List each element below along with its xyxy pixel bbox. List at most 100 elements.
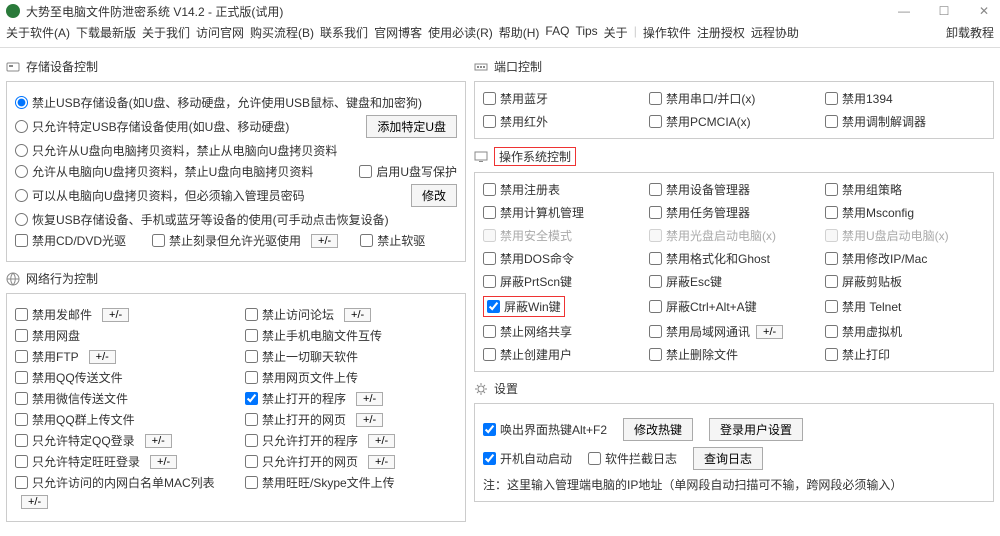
cb-block-programs[interactable]: 禁止打开的程序 — [245, 390, 346, 407]
cb-disable-gpedit[interactable]: 禁用组策略 — [825, 181, 902, 198]
cb-disable-1394[interactable]: 禁用1394 — [825, 90, 893, 107]
plus-minus-button[interactable]: +/- — [344, 308, 371, 322]
modify-hotkey-button[interactable]: 修改热键 — [623, 418, 693, 441]
plus-minus-button[interactable]: +/- — [21, 495, 48, 509]
plus-minus-button[interactable]: +/- — [311, 234, 338, 248]
menu-item[interactable]: 注册授权 — [697, 24, 745, 41]
cb-allow-specific-wangwang[interactable]: 只允许特定旺旺登录 — [15, 453, 140, 470]
menu-item[interactable]: 远程协助 — [751, 24, 799, 41]
plus-minus-button[interactable]: +/- — [145, 434, 172, 448]
cb-disable-modem[interactable]: 禁用调制解调器 — [825, 113, 926, 130]
window-title: 大势至电脑文件防泄密系统 V14.2 - 正式版(试用) — [26, 3, 894, 20]
plus-minus-button[interactable]: +/- — [368, 455, 395, 469]
cb-disable-pcmcia[interactable]: 禁用PCMCIA(x) — [649, 113, 751, 130]
cb-disable-registry[interactable]: 禁用注册表 — [483, 181, 560, 198]
cb-disable-ipmac[interactable]: 禁用修改IP/Mac — [825, 250, 927, 267]
menu-item[interactable]: 下载最新版 — [76, 24, 136, 41]
cb-disable-qqgroup-upload[interactable]: 禁用QQ群上传文件 — [15, 411, 135, 428]
menu-item[interactable]: 官网博客 — [374, 24, 422, 41]
cb-disable-phone-pc[interactable]: 禁止手机电脑文件互传 — [245, 327, 382, 344]
checkbox-write-protect[interactable]: 启用U盘写保护 — [359, 163, 457, 180]
close-button[interactable]: ✕ — [974, 4, 994, 18]
cb-block-clipboard[interactable]: 屏蔽剪贴板 — [825, 273, 902, 290]
menu-item[interactable]: 购买流程(B) — [250, 24, 314, 41]
menu-item[interactable]: 操作软件 — [643, 24, 691, 41]
cb-disable-createuser[interactable]: 禁止创建用户 — [483, 346, 572, 363]
radio-usb-to-pc-only[interactable]: 只允许从U盘向电脑拷贝资料，禁止从电脑向U盘拷贝资料 — [15, 142, 337, 159]
cb-disable-print[interactable]: 禁止打印 — [825, 346, 890, 363]
minimize-button[interactable]: — — [894, 4, 914, 18]
cb-allow-programs[interactable]: 只允许打开的程序 — [245, 432, 358, 449]
menu-separator: | — [634, 24, 637, 41]
cb-disable-compmgmt[interactable]: 禁用计算机管理 — [483, 204, 584, 221]
radio-allow-specific-usb[interactable]: 只允许特定USB存储设备使用(如U盘、移动硬盘) — [15, 118, 289, 135]
cb-disable-email[interactable]: 禁用发邮件 — [15, 306, 92, 323]
port-icon — [474, 60, 488, 74]
menu-item[interactable]: FAQ — [545, 24, 569, 41]
checkbox-disable-burn[interactable]: 禁止刻录但允许光驱使用 — [152, 232, 301, 249]
cb-mac-whitelist[interactable]: 只允许访问的内网白名单MAC列表 — [15, 474, 215, 491]
radio-restore-usb[interactable]: 恢复USB存储设备、手机或蓝牙等设备的使用(可手动点击恢复设备) — [15, 211, 389, 228]
cb-autostart[interactable]: 开机自动启动 — [483, 450, 572, 467]
plus-minus-button[interactable]: +/- — [89, 350, 116, 364]
modify-button[interactable]: 修改 — [411, 184, 457, 207]
cb-disable-netshare[interactable]: 禁止网络共享 — [483, 323, 572, 340]
cb-disable-serial[interactable]: 禁用串口/并口(x) — [649, 90, 755, 107]
menu-item[interactable]: 联系我们 — [320, 24, 368, 41]
menu-item[interactable]: Tips — [575, 24, 597, 41]
cb-disable-all-chat[interactable]: 禁止一切聊天软件 — [245, 348, 358, 365]
menu-item[interactable]: 关于我们 — [142, 24, 190, 41]
cb-block-esc[interactable]: 屏蔽Esc键 — [649, 273, 722, 290]
maximize-button[interactable]: ☐ — [934, 4, 954, 18]
checkbox-disable-floppy[interactable]: 禁止软驱 — [360, 232, 425, 249]
cb-disable-ftp[interactable]: 禁用FTP — [15, 348, 79, 365]
cb-disable-infrared[interactable]: 禁用红外 — [483, 113, 548, 130]
cb-disable-devmgr[interactable]: 禁用设备管理器 — [649, 181, 750, 198]
add-specific-usb-button[interactable]: 添加特定U盘 — [366, 115, 457, 138]
cb-disable-lan[interactable]: 禁用局域网通讯 — [649, 323, 750, 340]
plus-minus-button[interactable]: +/- — [356, 413, 383, 427]
cb-disable-netdisk[interactable]: 禁用网盘 — [15, 327, 80, 344]
cb-disable-vm[interactable]: 禁用虚拟机 — [825, 323, 902, 340]
cb-disable-delete[interactable]: 禁止删除文件 — [649, 346, 738, 363]
query-log-button[interactable]: 查询日志 — [693, 447, 763, 470]
cb-disable-cdboot: 禁用光盘启动电脑(x) — [649, 227, 776, 244]
cb-block-ctrl-alt-a[interactable]: 屏蔽Ctrl+Alt+A键 — [649, 298, 757, 315]
login-user-settings-button[interactable]: 登录用户设置 — [709, 418, 803, 441]
cb-block-log[interactable]: 软件拦截日志 — [588, 450, 677, 467]
menu-item[interactable]: 关于软件(A) — [6, 24, 70, 41]
plus-minus-button[interactable]: +/- — [368, 434, 395, 448]
radio-forbid-usb[interactable]: 禁止USB存储设备(如U盘、移动硬盘，允许使用USB鼠标、键盘和加密狗) — [15, 94, 422, 111]
checkbox-disable-cd[interactable]: 禁用CD/DVD光驱 — [15, 232, 126, 249]
cb-disable-telnet[interactable]: 禁用 Telnet — [825, 298, 901, 315]
cb-disable-qq-file[interactable]: 禁用QQ传送文件 — [15, 369, 123, 386]
menu-item[interactable]: 使用必读(R) — [428, 24, 493, 41]
cb-disable-msconfig[interactable]: 禁用Msconfig — [825, 204, 914, 221]
cb-disable-forum[interactable]: 禁止访问论坛 — [245, 306, 334, 323]
plus-minus-button[interactable]: +/- — [756, 325, 783, 339]
menubar: 关于软件(A) 下载最新版 关于我们 访问官网 购买流程(B) 联系我们 官网博… — [0, 22, 1000, 48]
radio-copy-with-password[interactable]: 可以从电脑向U盘拷贝资料，但必须输入管理员密码 — [15, 187, 305, 204]
cb-block-winkey[interactable]: 屏蔽Win键 — [487, 298, 561, 315]
menu-item[interactable]: 帮助(H) — [499, 24, 540, 41]
plus-minus-button[interactable]: +/- — [150, 455, 177, 469]
cb-allow-webpages[interactable]: 只允许打开的网页 — [245, 453, 358, 470]
cb-disable-dos[interactable]: 禁用DOS命令 — [483, 250, 574, 267]
cb-hotkey[interactable]: 唤出界面热键Alt+F2 — [483, 421, 607, 438]
cb-block-prtscn[interactable]: 屏蔽PrtScn键 — [483, 273, 572, 290]
cb-disable-taskmgr[interactable]: 禁用任务管理器 — [649, 204, 750, 221]
cb-allow-specific-qq[interactable]: 只允许特定QQ登录 — [15, 432, 135, 449]
menu-uninstall[interactable]: 卸载教程 — [946, 24, 994, 41]
menu-item[interactable]: 访问官网 — [196, 24, 244, 41]
plus-minus-button[interactable]: +/- — [356, 392, 383, 406]
cb-disable-bluetooth[interactable]: 禁用蓝牙 — [483, 90, 548, 107]
menu-item[interactable]: 关于 — [604, 24, 628, 41]
cb-disable-wechat-file[interactable]: 禁用微信传送文件 — [15, 390, 128, 407]
cb-block-webpages[interactable]: 禁止打开的网页 — [245, 411, 346, 428]
cb-disable-web-upload[interactable]: 禁用网页文件上传 — [245, 369, 358, 386]
app-icon — [6, 4, 20, 18]
radio-pc-to-usb-only[interactable]: 允许从电脑向U盘拷贝资料，禁止U盘向电脑拷贝资料 — [15, 163, 313, 180]
cb-disable-format-ghost[interactable]: 禁用格式化和Ghost — [649, 250, 770, 267]
cb-disable-wangwang-skype[interactable]: 禁用旺旺/Skype文件上传 — [245, 474, 395, 491]
plus-minus-button[interactable]: +/- — [102, 308, 129, 322]
